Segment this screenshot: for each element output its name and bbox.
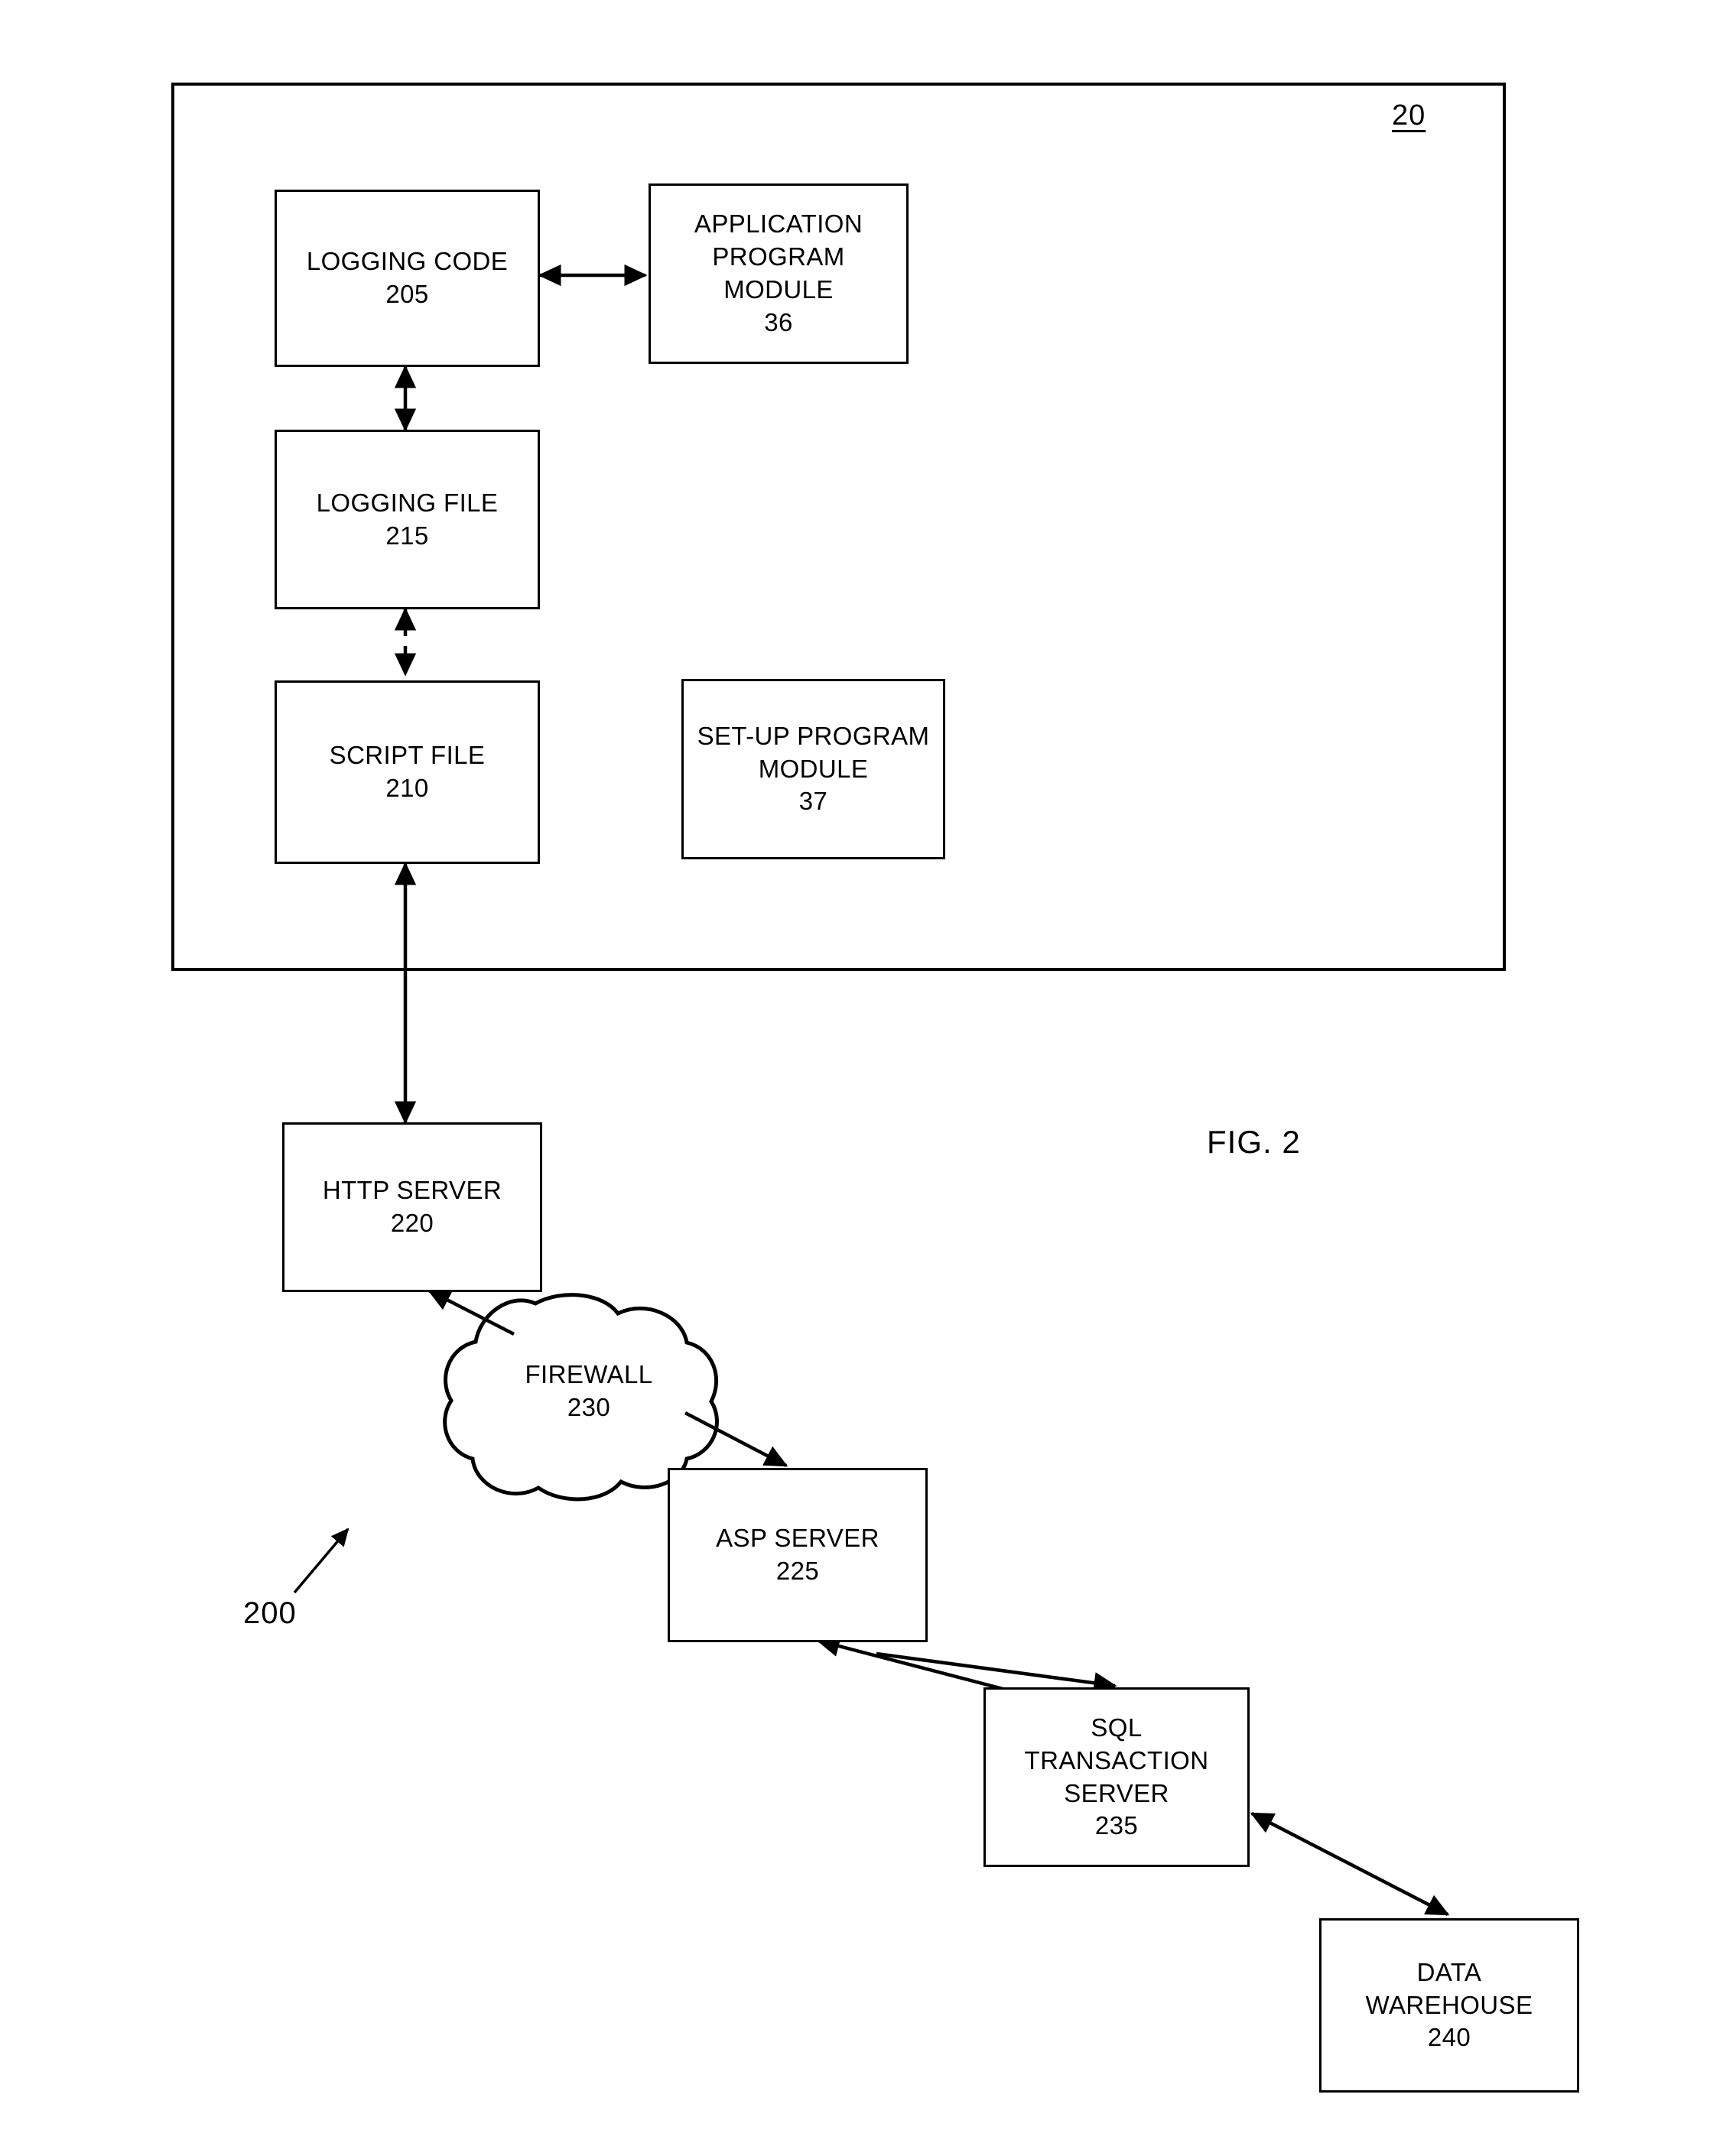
node-http-server-text: HTTP SERVER 220	[322, 1176, 502, 1237]
node-http-server: HTTP SERVER 220	[282, 1122, 542, 1292]
node-set-up-program-module-text: SET-UP PROGRAM MODULE 37	[697, 721, 930, 816]
connector-sql-transaction-server-to-data-warehouse	[1250, 1812, 1450, 1916]
node-asp-server: ASP SERVER 225	[668, 1468, 928, 1642]
node-sql-transaction-server-text: SQL TRANSACTION SERVER 235	[1024, 1713, 1209, 1840]
node-logging-code: LOGGING CODE 205	[275, 190, 540, 367]
node-sql-transaction-server: SQL TRANSACTION SERVER 235	[983, 1687, 1250, 1867]
node-data-warehouse: DATA WAREHOUSE 240	[1319, 1918, 1579, 2093]
node-application-program-module-text: APPLICATION PROGRAM MODULE 36	[694, 209, 863, 336]
node-script-file: SCRIPT FILE 210	[275, 680, 540, 864]
node-asp-server-text: ASP SERVER 225	[716, 1524, 879, 1585]
system-reference-leader-line	[293, 1528, 349, 1594]
node-logging-file: LOGGING FILE 215	[275, 430, 540, 609]
node-script-file-text: SCRIPT FILE 210	[329, 741, 486, 802]
system-reference-label: 200	[243, 1596, 297, 1630]
node-logging-code-text: LOGGING CODE 205	[306, 247, 509, 308]
node-application-program-module: APPLICATION PROGRAM MODULE 36	[649, 183, 909, 364]
container-reference-label: 20	[1392, 99, 1426, 132]
node-data-warehouse-text: DATA WAREHOUSE 240	[1365, 1957, 1533, 2052]
node-logging-file-text: LOGGING FILE 215	[316, 488, 499, 550]
figure-page: 20 FIG. 2 200 LOGGING CODE 205 APPLICATI…	[0, 0, 1723, 2156]
connector-asp-server-to-sql-transaction-server	[876, 1651, 1117, 1694]
figure-caption: FIG. 2	[1207, 1124, 1301, 1160]
node-set-up-program-module: SET-UP PROGRAM MODULE 37	[681, 679, 945, 859]
